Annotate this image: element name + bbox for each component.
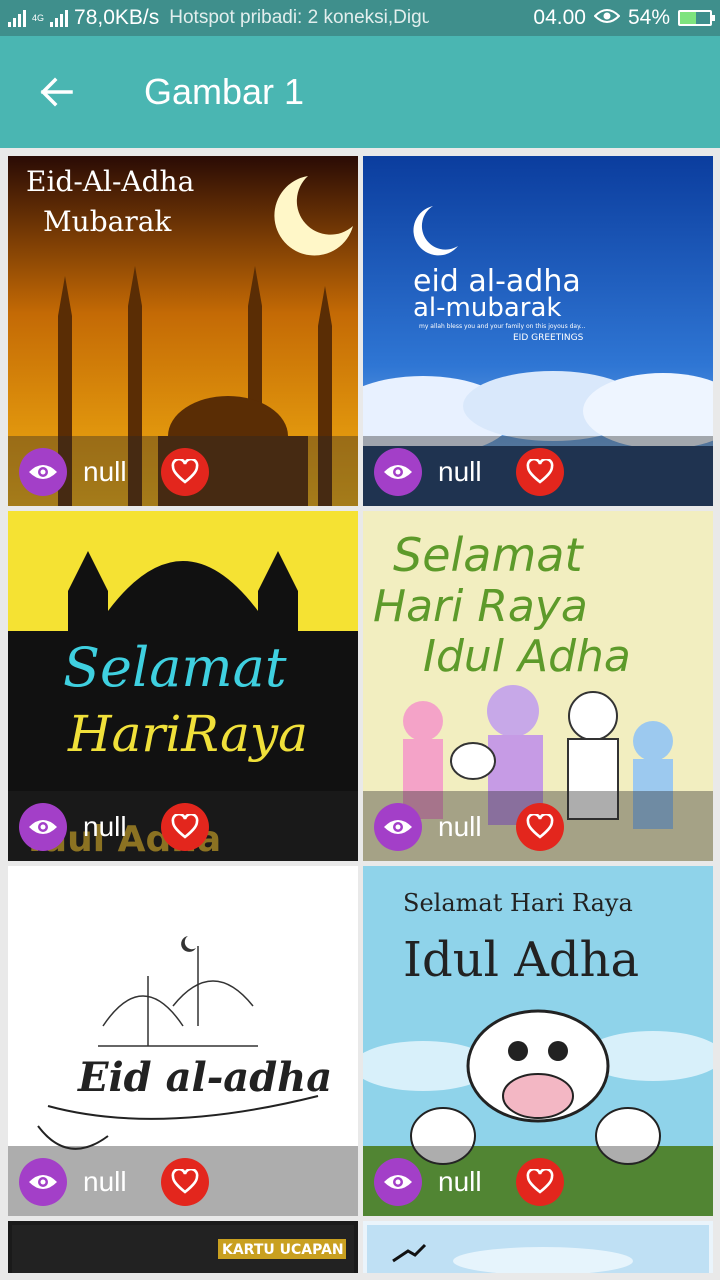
app-toolbar: Gambar 1: [0, 36, 720, 148]
view-button[interactable]: [374, 448, 422, 496]
signal-icon-2: [50, 9, 69, 27]
image-card[interactable]: Selamat HariRaya Idul Adha null: [8, 511, 358, 861]
heart-icon: [526, 459, 554, 484]
card-art-title: KARTU UCAPAN: [222, 1242, 344, 1258]
image-card[interactable]: Eid al-adha null: [8, 866, 358, 1216]
card-action-bar: null: [363, 791, 713, 861]
kartu-ucapan-image: KARTU UCAPAN: [12, 1225, 354, 1273]
card-action-bar: null: [8, 1146, 358, 1216]
card-caption: null: [83, 456, 127, 487]
card-art-title: Eid-Al-Adha: [26, 165, 194, 198]
network-speed: 78,0KB/s: [74, 6, 160, 29]
favorite-button[interactable]: [516, 1158, 564, 1206]
card-art-subtitle: Mubarak: [43, 205, 172, 238]
image-card[interactable]: Eid-Al-Adha Mubarak null: [8, 156, 358, 506]
view-button[interactable]: [19, 803, 67, 851]
favorite-button[interactable]: [161, 803, 209, 851]
card-art-title: Selamat Hari Raya: [403, 889, 633, 917]
image-card[interactable]: KARTU UCAPAN: [8, 1221, 358, 1273]
signal-icon: [8, 9, 26, 27]
card-art-subtitle: HariRaya: [67, 705, 308, 763]
image-card[interactable]: Selamat Hari Raya Idul Adha null: [363, 511, 713, 861]
heart-icon: [171, 459, 199, 484]
card-art-title: Eid al-adha: [77, 1054, 332, 1101]
heart-icon: [171, 814, 199, 839]
view-button[interactable]: [374, 1158, 422, 1206]
card-art-subtitle: Idul Adha: [403, 932, 639, 988]
card-art-subtitle: al-mubarak: [413, 293, 561, 323]
eye-icon: [593, 6, 621, 30]
favorite-button[interactable]: [161, 1158, 209, 1206]
card-action-bar: null: [363, 1146, 713, 1216]
heart-icon: [171, 1169, 199, 1194]
eye-icon: [29, 820, 57, 834]
card-action-bar: null: [8, 436, 358, 506]
image-card[interactable]: eid al-adha al-mubarak my allah bless yo…: [363, 156, 713, 506]
network-type: 4G: [32, 12, 45, 23]
card-caption: null: [438, 1166, 482, 1197]
back-button[interactable]: [36, 72, 76, 112]
card-caption: null: [83, 811, 127, 842]
heart-icon: [526, 814, 554, 839]
sky-image: [367, 1225, 709, 1273]
clock: 04.00: [533, 6, 586, 29]
card-caption: null: [438, 456, 482, 487]
view-button[interactable]: [19, 1158, 67, 1206]
card-caption: null: [438, 811, 482, 842]
eye-icon: [384, 1175, 412, 1189]
notification-text: Hotspot pribadi: 2 koneksi,Digunakan38,4…: [169, 7, 430, 28]
eye-icon: [29, 1175, 57, 1189]
image-card[interactable]: [363, 1221, 713, 1273]
eye-icon: [29, 465, 57, 479]
card-art-subtitle: Hari Raya: [373, 581, 588, 632]
card-art-line-2: EID GREETINGS: [513, 333, 584, 343]
battery-percent: 54%: [627, 6, 670, 29]
card-art-line: Idul Adha: [423, 631, 631, 682]
image-grid: Eid-Al-Adha Mubarak null eid al-adha al-…: [8, 156, 714, 1273]
view-button[interactable]: [19, 448, 67, 496]
view-button[interactable]: [374, 803, 422, 851]
arrow-left-icon: [40, 77, 73, 107]
card-caption: null: [83, 1166, 127, 1197]
card-action-bar: null: [363, 436, 713, 506]
favorite-button[interactable]: [161, 448, 209, 496]
card-art-line: my allah bless you and your family on th…: [419, 323, 586, 330]
heart-icon: [526, 1169, 554, 1194]
favorite-button[interactable]: [516, 448, 564, 496]
page-title: Gambar 1: [144, 71, 305, 112]
card-art-title: Selamat: [63, 636, 287, 699]
image-card[interactable]: Selamat Hari Raya Idul Adha null: [363, 866, 713, 1216]
eye-icon: [384, 465, 412, 479]
card-action-bar: null: [8, 791, 358, 861]
favorite-button[interactable]: [516, 803, 564, 851]
battery-icon: [678, 10, 715, 26]
card-art-title: Selamat: [393, 528, 584, 582]
eye-icon: [384, 820, 412, 834]
status-bar: 4G 78,0KB/s Hotspot pribadi: 2 koneksi,D…: [0, 0, 720, 36]
